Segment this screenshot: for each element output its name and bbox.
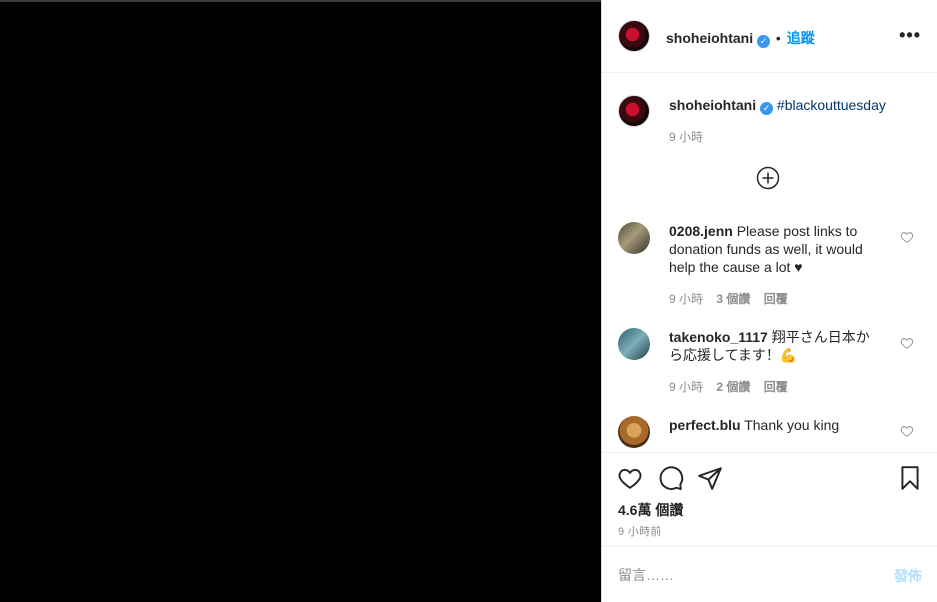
caption-username[interactable]: shoheiohtani [669,97,756,113]
comment-body: 0208.jenn Please post links to donation … [669,222,879,276]
comment-body: takenoko_1117 翔平さん日本から応援してます！💪 [669,328,879,364]
header-user-line: shoheiohtani ✓ • 追蹤 [666,28,815,48]
post-header: shoheiohtani ✓ • 追蹤 ••• [602,0,937,73]
like-count[interactable]: 4.6萬 個讚 [618,500,683,520]
verified-badge-icon: ✓ [757,35,771,48]
hashtag-link[interactable]: #blackouttuesday [777,97,886,113]
more-horizontal-icon[interactable]: ••• [899,26,921,44]
follow-button[interactable]: 追蹤 [787,30,815,46]
verified-badge-icon: ✓ [760,102,774,115]
caption-time[interactable]: 9 小時 [669,128,703,145]
comment-likes[interactable]: 3 個讚 [716,292,750,306]
post-actions: 4.6萬 個讚 9 小時前 [602,452,937,546]
load-more-comments-icon[interactable] [756,166,780,190]
like-comment-heart-icon[interactable] [900,336,914,350]
reply-button[interactable]: 回覆 [764,292,788,306]
share-send-icon[interactable] [697,465,723,491]
comment-composer: 發佈 [602,546,937,602]
comment-username[interactable]: perfect.blu [669,417,741,433]
avatar[interactable] [618,20,650,52]
comment-meta: 9 小時 3 個讚 回覆 [669,290,788,307]
caption: shoheiohtani ✓ #blackouttuesday [669,97,886,115]
comment-body: perfect.blu Thank you king [669,416,879,434]
comment-username[interactable]: takenoko_1117 [669,329,768,345]
reply-button[interactable]: 回覆 [764,380,788,394]
post-timestamp[interactable]: 9 小時前 [618,523,662,539]
media-top-edge [0,0,601,2]
comment-text: Thank you king [744,417,840,433]
post-comment-button[interactable]: 發佈 [894,566,922,586]
post-media[interactable] [0,0,601,602]
avatar[interactable] [618,222,650,254]
comment-likes[interactable]: 2 個讚 [716,380,750,394]
caption-avatar[interactable] [618,95,650,127]
avatar[interactable] [618,416,650,448]
post-username[interactable]: shoheiohtani [666,30,753,46]
like-comment-heart-icon[interactable] [900,230,914,244]
save-bookmark-icon[interactable] [897,465,923,491]
comment-input[interactable] [618,564,868,586]
comment-bubble-icon[interactable] [658,465,684,491]
comment-time[interactable]: 9 小時 [669,292,703,306]
comment-meta: 9 小時 2 個讚 回覆 [669,378,788,395]
comment-username[interactable]: 0208.jenn [669,223,733,239]
like-heart-icon[interactable] [617,465,643,491]
comment-time[interactable]: 9 小時 [669,380,703,394]
post-side-panel: shoheiohtani ✓ • 追蹤 ••• shoheiohtani ✓ #… [601,0,937,602]
like-comment-heart-icon[interactable] [900,424,914,438]
avatar[interactable] [618,328,650,360]
separator-dot: • [775,30,781,46]
